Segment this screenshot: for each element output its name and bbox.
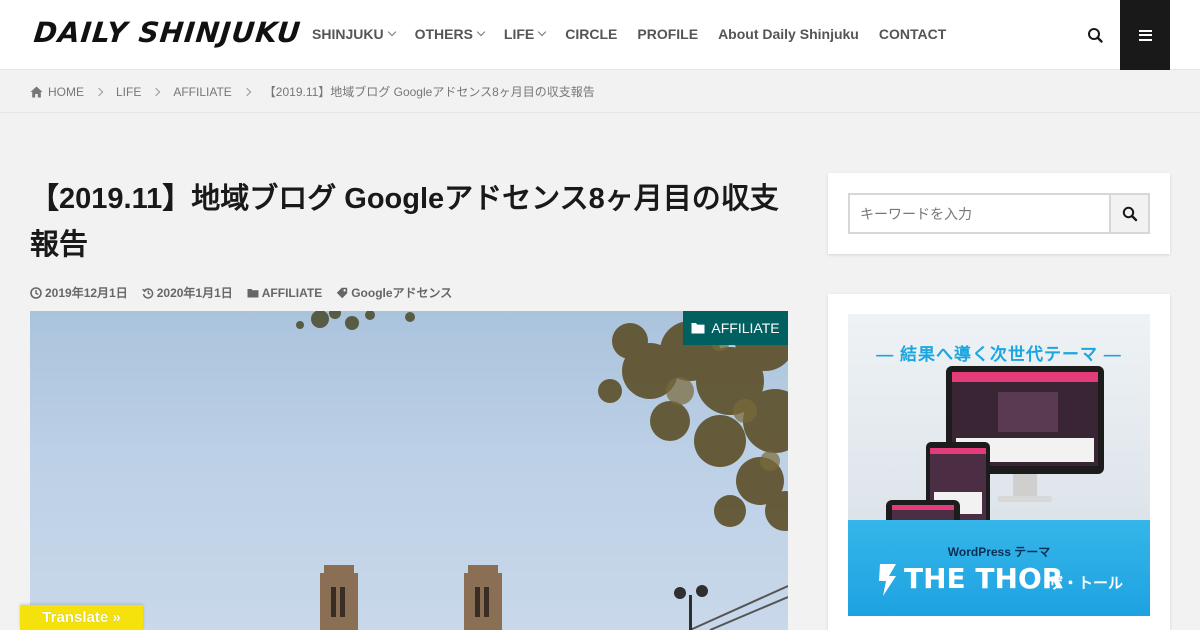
lightning-icon [879, 564, 896, 596]
chevron-down-icon [538, 27, 547, 37]
site-logo[interactable]: DAILY SHINJUKU [32, 16, 302, 49]
sidebar-ad-widget: ― 結果へ導く次世代テーマ ― WordPress テーマ THE THOR ザ… [828, 294, 1170, 630]
home-icon [30, 86, 43, 97]
clock-icon [30, 286, 42, 299]
breadcrumb-current: 【2019.11】地域ブログ Googleアドセンス8ヶ月目の収支報告 [264, 83, 595, 100]
nav-item-circle[interactable]: CIRCLE [565, 26, 617, 42]
chevron-right-icon [94, 87, 104, 96]
tag-icon [337, 287, 348, 298]
post-meta: 2019年12月1日 2020年1月1日 AFFILIATE Googleアドセ… [30, 284, 452, 301]
nav-item-life[interactable]: LIFE [503, 26, 547, 42]
breadcrumb-home[interactable]: HOME [30, 85, 84, 99]
breadcrumb-label: LIFE [116, 84, 142, 99]
breadcrumb: HOME LIFE AFFILIATE 【2019.11】地域ブログ Googl… [0, 71, 1200, 113]
church-photo [296, 311, 788, 630]
ad-platform: WordPress テーマ [947, 545, 1051, 559]
folder-icon [691, 323, 705, 334]
chevron-right-icon [242, 87, 252, 96]
published-date-text: 2019年12月1日 [45, 286, 128, 300]
nav-label: PROFILE [637, 26, 699, 42]
nav-label: CIRCLE [565, 26, 618, 42]
search-input[interactable] [848, 193, 1110, 234]
sidebar-search-widget [828, 173, 1170, 254]
nav-label: OTHERS [414, 26, 473, 42]
post-tag-text: Googleアドセンス [351, 286, 453, 300]
breadcrumb-home-label: HOME [48, 84, 84, 99]
search-submit-button[interactable] [1109, 193, 1150, 234]
site-header: DAILY SHINJUKU SHINJUKU OTHERS LIFE CIRC… [0, 0, 1200, 70]
hamburger-menu-icon [1138, 29, 1152, 41]
ad-product-name: THE THOR [904, 562, 1064, 595]
search-icon [1122, 206, 1137, 221]
post-tag[interactable]: Googleアドセンス [336, 284, 452, 301]
post-category-text: AFFILIATE [261, 285, 323, 300]
nav-item-about[interactable]: About Daily Shinjuku [718, 26, 859, 42]
nav-item-others[interactable]: OTHERS [414, 26, 486, 42]
nav-item-shinjuku[interactable]: SHINJUKU [312, 26, 396, 42]
folder-icon [247, 288, 259, 297]
nav-item-profile[interactable]: PROFILE [637, 26, 698, 42]
breadcrumb-current-label: 【2019.11】地域ブログ Googleアドセンス8ヶ月目の収支報告 [263, 85, 595, 99]
header-search-button[interactable] [1080, 20, 1110, 50]
global-nav: SHINJUKU OTHERS LIFE CIRCLE PROFILE Abou… [312, 26, 946, 42]
nav-label: About Daily Shinjuku [718, 26, 859, 42]
ad-product-name-jp: ザ・トール [1048, 575, 1124, 592]
updated-date-text: 2020年1月1日 [156, 286, 233, 300]
chevron-down-icon [476, 27, 486, 37]
eyecatch-image [30, 311, 788, 630]
nav-label: LIFE [503, 26, 535, 42]
breadcrumb-life[interactable]: LIFE [116, 85, 141, 99]
updated-date: 2020年1月1日 [141, 284, 233, 301]
page-title: 【2019.11】地域ブログ Googleアドセンス8ヶ月目の収支報告 [30, 183, 779, 261]
chevron-down-icon [387, 27, 396, 37]
breadcrumb-affiliate[interactable]: AFFILIATE [173, 85, 231, 99]
nav-label: SHINJUKU [312, 26, 384, 42]
history-icon [141, 287, 154, 299]
translate-button[interactable]: Translate » [20, 605, 143, 630]
chevron-right-icon [152, 87, 161, 96]
nav-item-contact[interactable]: CONTACT [879, 26, 946, 42]
hamburger-menu-button[interactable] [1120, 0, 1170, 70]
search-icon [1088, 28, 1103, 43]
breadcrumb-label: AFFILIATE [173, 84, 232, 99]
category-badge-label: AFFILIATE [711, 320, 780, 336]
published-date: 2019年12月1日 [30, 284, 128, 301]
nav-label: CONTACT [878, 26, 947, 42]
category-badge[interactable]: AFFILIATE [683, 311, 788, 345]
thor-ad-banner[interactable]: ― 結果へ導く次世代テーマ ― WordPress テーマ THE THOR ザ… [848, 314, 1150, 616]
post-category[interactable]: AFFILIATE [247, 284, 322, 301]
